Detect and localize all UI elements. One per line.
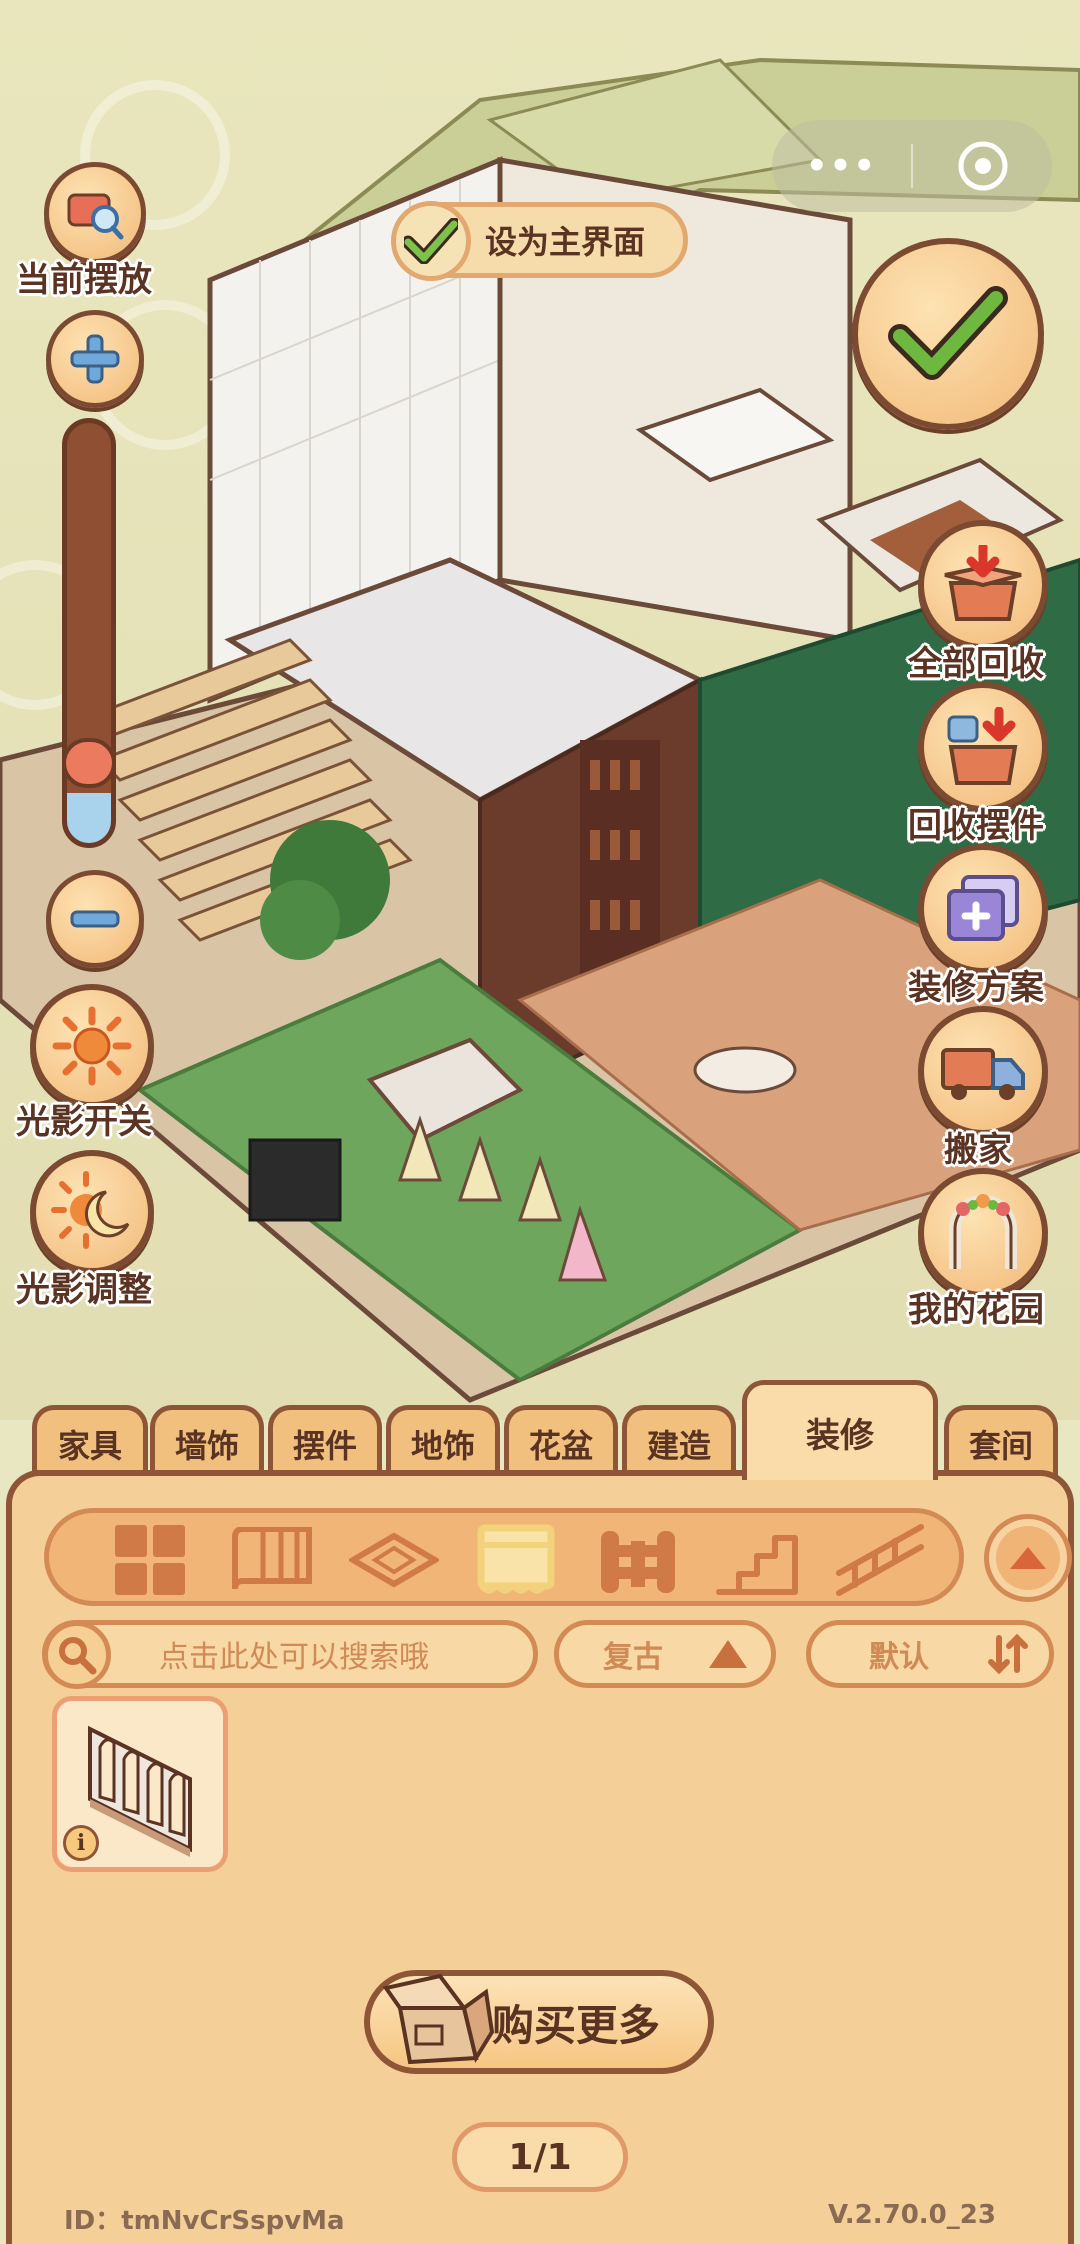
moving-truck-icon [941, 1048, 1025, 1100]
tab-ornaments[interactable]: 摆件 [268, 1405, 382, 1477]
buy-more-button[interactable]: 购买更多 [364, 1970, 714, 2074]
zoom-out-button[interactable] [46, 870, 144, 968]
recall-all-label: 全部回收 [908, 644, 1044, 684]
expand-up-button[interactable] [984, 1514, 1072, 1602]
more-dots-icon[interactable]: ••• [772, 146, 911, 186]
recall-ornaments-button[interactable] [918, 682, 1048, 812]
triangle-up-icon [709, 1640, 747, 1668]
box-recall-icon [944, 545, 1022, 621]
all-grid-icon[interactable] [105, 1525, 195, 1595]
current-placement-button[interactable] [44, 162, 146, 264]
buy-more-label: 购买更多 [492, 2000, 661, 2050]
plus-icon [70, 334, 120, 384]
category-bar [44, 1508, 964, 1606]
check-icon [391, 201, 471, 281]
my-garden-button[interactable] [918, 1168, 1048, 1298]
placement-search-icon [67, 193, 124, 240]
search-bar[interactable]: 点击此处可以搜索哦 [42, 1620, 538, 1689]
user-id-text: ID：tmNvCrSspvMa [64, 2206, 345, 2236]
chevron-up-icon [996, 1526, 1060, 1590]
light-adjust-label: 光影调整 [16, 1270, 152, 1310]
decor-plan-button[interactable] [918, 844, 1048, 974]
set-main-label: 设为主界面 [485, 223, 646, 261]
garden-arch-icon [949, 1194, 1017, 1269]
wall-panel-icon[interactable] [227, 1525, 317, 1595]
my-garden-label: 我的花园 [908, 1290, 1044, 1330]
style-filter-dropdown[interactable]: 复古 [554, 1620, 776, 1688]
zoom-in-button[interactable] [46, 310, 144, 408]
light-toggle-button[interactable] [30, 984, 154, 1108]
move-house-label: 搬家 [944, 1130, 1012, 1170]
move-house-button[interactable] [918, 1006, 1048, 1136]
info-icon[interactable]: i [63, 1825, 99, 1861]
box-cup-recall-icon [947, 707, 1018, 785]
sort-arrows-icon [988, 1633, 1028, 1675]
version-text: V.2.70.0_23 [828, 2200, 996, 2230]
item-card[interactable]: i [52, 1696, 228, 1872]
zoom-slider-fill [67, 792, 111, 843]
recall-ornaments-label: 回收摆件 [908, 806, 1044, 846]
sort-label: 默认 [869, 1640, 929, 1675]
search-input[interactable]: 点击此处可以搜索哦 [159, 1632, 429, 1676]
confirm-check-icon [888, 286, 1008, 380]
set-main-button[interactable]: 设为主界面 [391, 201, 688, 281]
sun-icon [52, 1006, 132, 1086]
room-scene[interactable]: ••• 设为主界面 当前摆放 光影开关 光影调整 全部回收 回收摆件 装修方案 … [0, 0, 1080, 1420]
light-adjust-button[interactable] [30, 1150, 154, 1274]
mini-program-menu[interactable]: ••• [772, 120, 1052, 212]
tab-floor-decor[interactable]: 地饰 [386, 1405, 500, 1477]
floor-tile-icon[interactable] [349, 1525, 439, 1595]
sort-dropdown[interactable]: 默认 [806, 1620, 1054, 1688]
current-placement-label: 当前摆放 [16, 260, 152, 300]
fence-icon[interactable] [593, 1525, 683, 1595]
light-toggle-label: 光影开关 [16, 1102, 152, 1142]
tab-furniture[interactable]: 家具 [32, 1405, 148, 1477]
recall-all-button[interactable] [918, 520, 1048, 650]
close-target-icon[interactable] [913, 138, 1052, 194]
tab-suite[interactable]: 套间 [944, 1405, 1058, 1477]
plan-cards-icon [947, 875, 1019, 941]
zoom-slider-thumb[interactable] [62, 738, 116, 788]
pagination-indicator: 1/1 [452, 2122, 628, 2192]
window-frame-icon[interactable] [471, 1524, 561, 1595]
open-box-icon [382, 1973, 495, 2065]
minus-icon [70, 910, 120, 928]
tab-wall-decor[interactable]: 墙饰 [150, 1405, 264, 1477]
search-icon [43, 1621, 111, 1689]
tab-renovation[interactable]: 装修 [742, 1380, 938, 1480]
sun-moon-icon [51, 1171, 130, 1249]
stairs-icon[interactable] [713, 1525, 803, 1595]
confirm-button[interactable] [852, 238, 1044, 430]
style-filter-label: 复古 [603, 1640, 663, 1675]
railing-icon[interactable] [835, 1524, 925, 1596]
tab-flower-pots[interactable]: 花盆 [504, 1405, 618, 1477]
decor-plan-label: 装修方案 [908, 968, 1044, 1008]
tab-build[interactable]: 建造 [622, 1405, 736, 1477]
